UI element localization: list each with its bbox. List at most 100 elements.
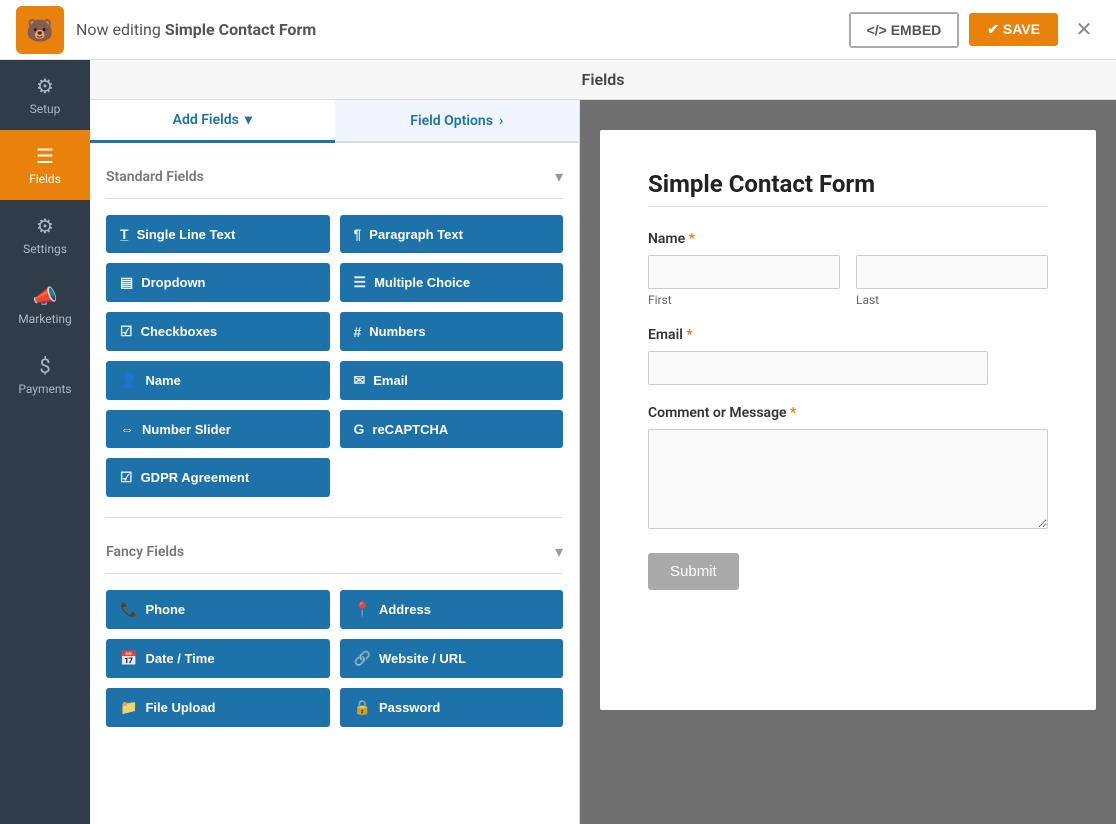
email-field-label: Email *: [648, 327, 1048, 343]
paragraph-text-label: Paragraph Text: [369, 227, 463, 242]
paragraph-text-icon: ¶: [354, 226, 362, 242]
field-btn-multiple-choice[interactable]: ☰ Multiple Choice: [340, 263, 564, 302]
number-slider-icon: ⇔: [120, 421, 134, 437]
settings-icon: ⚙: [36, 214, 54, 238]
field-btn-gdpr[interactable]: ☑ GDPR Agreement: [106, 458, 330, 497]
gdpr-label: GDPR Agreement: [141, 470, 250, 485]
panel-preview: Add Fields ▾ Field Options › Standard Fi…: [90, 100, 1116, 824]
field-btn-dropdown[interactable]: ▤ Dropdown: [106, 263, 330, 302]
sidebar-item-payments[interactable]: $ Payments: [0, 340, 90, 410]
password-icon: 🔒: [354, 699, 371, 716]
multiple-choice-icon: ☰: [354, 274, 367, 291]
file-upload-label: File Upload: [145, 700, 215, 715]
form-name: Simple Contact Form: [165, 20, 316, 39]
left-panel: Add Fields ▾ Field Options › Standard Fi…: [90, 100, 580, 824]
email-label: Email: [373, 373, 408, 388]
dropdown-label: Dropdown: [141, 275, 205, 290]
standard-fields-section-header[interactable]: Standard Fields ▾: [106, 159, 563, 199]
comment-textarea[interactable]: [648, 429, 1048, 529]
fancy-fields-section-header[interactable]: Fancy Fields ▾: [106, 534, 563, 574]
password-label: Password: [379, 700, 440, 715]
date-time-icon: 📅: [120, 650, 137, 667]
form-field-name: Name * First Last: [648, 231, 1048, 307]
field-btn-address[interactable]: 📍 Address: [340, 590, 564, 629]
fancy-fields-collapse-icon: ▾: [555, 542, 563, 561]
tab-add-fields[interactable]: Add Fields ▾: [90, 100, 335, 143]
gdpr-icon: ☑: [120, 469, 133, 486]
address-icon: 📍: [354, 601, 371, 618]
form-field-email: Email *: [648, 327, 1048, 385]
content-area: Fields Add Fields ▾ Field Options ›: [90, 60, 1116, 824]
phone-label: Phone: [145, 602, 185, 617]
submit-button[interactable]: Submit: [648, 553, 739, 590]
field-btn-email[interactable]: ✉ Email: [340, 361, 564, 400]
form-card: Simple Contact Form Name * First: [600, 130, 1096, 710]
field-btn-numbers[interactable]: # Numbers: [340, 312, 564, 351]
address-label: Address: [379, 602, 431, 617]
sidebar-item-settings[interactable]: ⚙ Settings: [0, 200, 90, 270]
field-btn-single-line-text[interactable]: T̲ Single Line Text: [106, 215, 330, 253]
tab-add-fields-label: Add Fields: [173, 112, 239, 128]
field-btn-paragraph-text[interactable]: ¶ Paragraph Text: [340, 215, 564, 253]
name-inputs: First Last: [648, 255, 1048, 307]
form-divider: [648, 206, 1048, 207]
name-required-star: *: [685, 231, 695, 247]
field-btn-password[interactable]: 🔒 Password: [340, 688, 564, 727]
main-layout: ⚙ Setup ☰ Fields ⚙ Settings 📣 Marketing …: [0, 60, 1116, 824]
topbar: 🐻 Now editing Simple Contact Form </> EM…: [0, 0, 1116, 60]
checkboxes-label: Checkboxes: [141, 324, 218, 339]
tab-field-options-arrow: ›: [499, 113, 503, 129]
form-field-comment: Comment or Message *: [648, 405, 1048, 533]
editing-title: Now editing Simple Contact Form: [76, 20, 316, 39]
setup-icon: ⚙: [36, 74, 54, 98]
standard-fields-collapse-icon: ▾: [555, 167, 563, 186]
name-field-label: Name *: [648, 231, 1048, 247]
fancy-fields-grid: 📞 Phone 📍 Address 📅 Date / Time 🔗: [106, 590, 563, 727]
multiple-choice-label: Multiple Choice: [374, 275, 470, 290]
form-title: Simple Contact Form: [648, 170, 1048, 198]
checkboxes-icon: ☑: [120, 323, 133, 340]
website-url-icon: 🔗: [354, 650, 371, 667]
email-input[interactable]: [648, 351, 988, 385]
phone-icon: 📞: [120, 601, 137, 618]
topbar-actions: </> EMBED ✔ SAVE ✕: [849, 12, 1100, 48]
website-url-label: Website / URL: [379, 651, 466, 666]
payments-icon: $: [39, 354, 50, 378]
sidebar-item-marketing[interactable]: 📣 Marketing: [0, 270, 90, 340]
sidebar-item-setup[interactable]: ⚙ Setup: [0, 60, 90, 130]
tab-field-options-label: Field Options: [410, 113, 493, 129]
first-name-input[interactable]: [648, 255, 840, 289]
save-button[interactable]: ✔ SAVE: [969, 13, 1058, 46]
sidebar-label-marketing: Marketing: [18, 312, 72, 326]
last-name-input[interactable]: [856, 255, 1048, 289]
tab-field-options[interactable]: Field Options ›: [335, 100, 580, 141]
field-btn-website-url[interactable]: 🔗 Website / URL: [340, 639, 564, 678]
recaptcha-icon: G: [354, 421, 365, 437]
numbers-label: Numbers: [369, 324, 425, 339]
field-btn-name[interactable]: 👤 Name: [106, 361, 330, 400]
sidebar-label-settings: Settings: [23, 242, 67, 256]
field-btn-checkboxes[interactable]: ☑ Checkboxes: [106, 312, 330, 351]
first-name-sublabel: First: [648, 293, 840, 307]
field-btn-recaptcha[interactable]: G reCAPTCHA: [340, 410, 564, 448]
dropdown-icon: ▤: [120, 274, 133, 291]
sidebar-item-fields[interactable]: ☰ Fields: [0, 130, 90, 200]
sidebar-label-setup: Setup: [30, 102, 61, 116]
field-btn-phone[interactable]: 📞 Phone: [106, 590, 330, 629]
field-btn-date-time[interactable]: 📅 Date / Time: [106, 639, 330, 678]
standard-fields-grid: T̲ Single Line Text ¶ Paragraph Text ▤ D…: [106, 215, 563, 497]
preview-area: Simple Contact Form Name * First: [580, 100, 1116, 824]
field-btn-number-slider[interactable]: ⇔ Number Slider: [106, 410, 330, 448]
file-upload-icon: 📁: [120, 699, 137, 716]
section-separator: [106, 517, 563, 518]
email-required-star: *: [683, 327, 693, 343]
name-label: Name: [145, 373, 180, 388]
single-line-text-label: Single Line Text: [137, 227, 236, 242]
field-btn-file-upload[interactable]: 📁 File Upload: [106, 688, 330, 727]
panel-content: Standard Fields ▾ T̲ Single Line Text ¶ …: [90, 143, 579, 763]
tabs: Add Fields ▾ Field Options ›: [90, 100, 579, 143]
embed-button[interactable]: </> EMBED: [849, 12, 960, 48]
editing-prefix: Now editing: [76, 20, 165, 39]
close-button[interactable]: ✕: [1068, 14, 1100, 46]
sidebar-label-payments: Payments: [18, 382, 71, 396]
